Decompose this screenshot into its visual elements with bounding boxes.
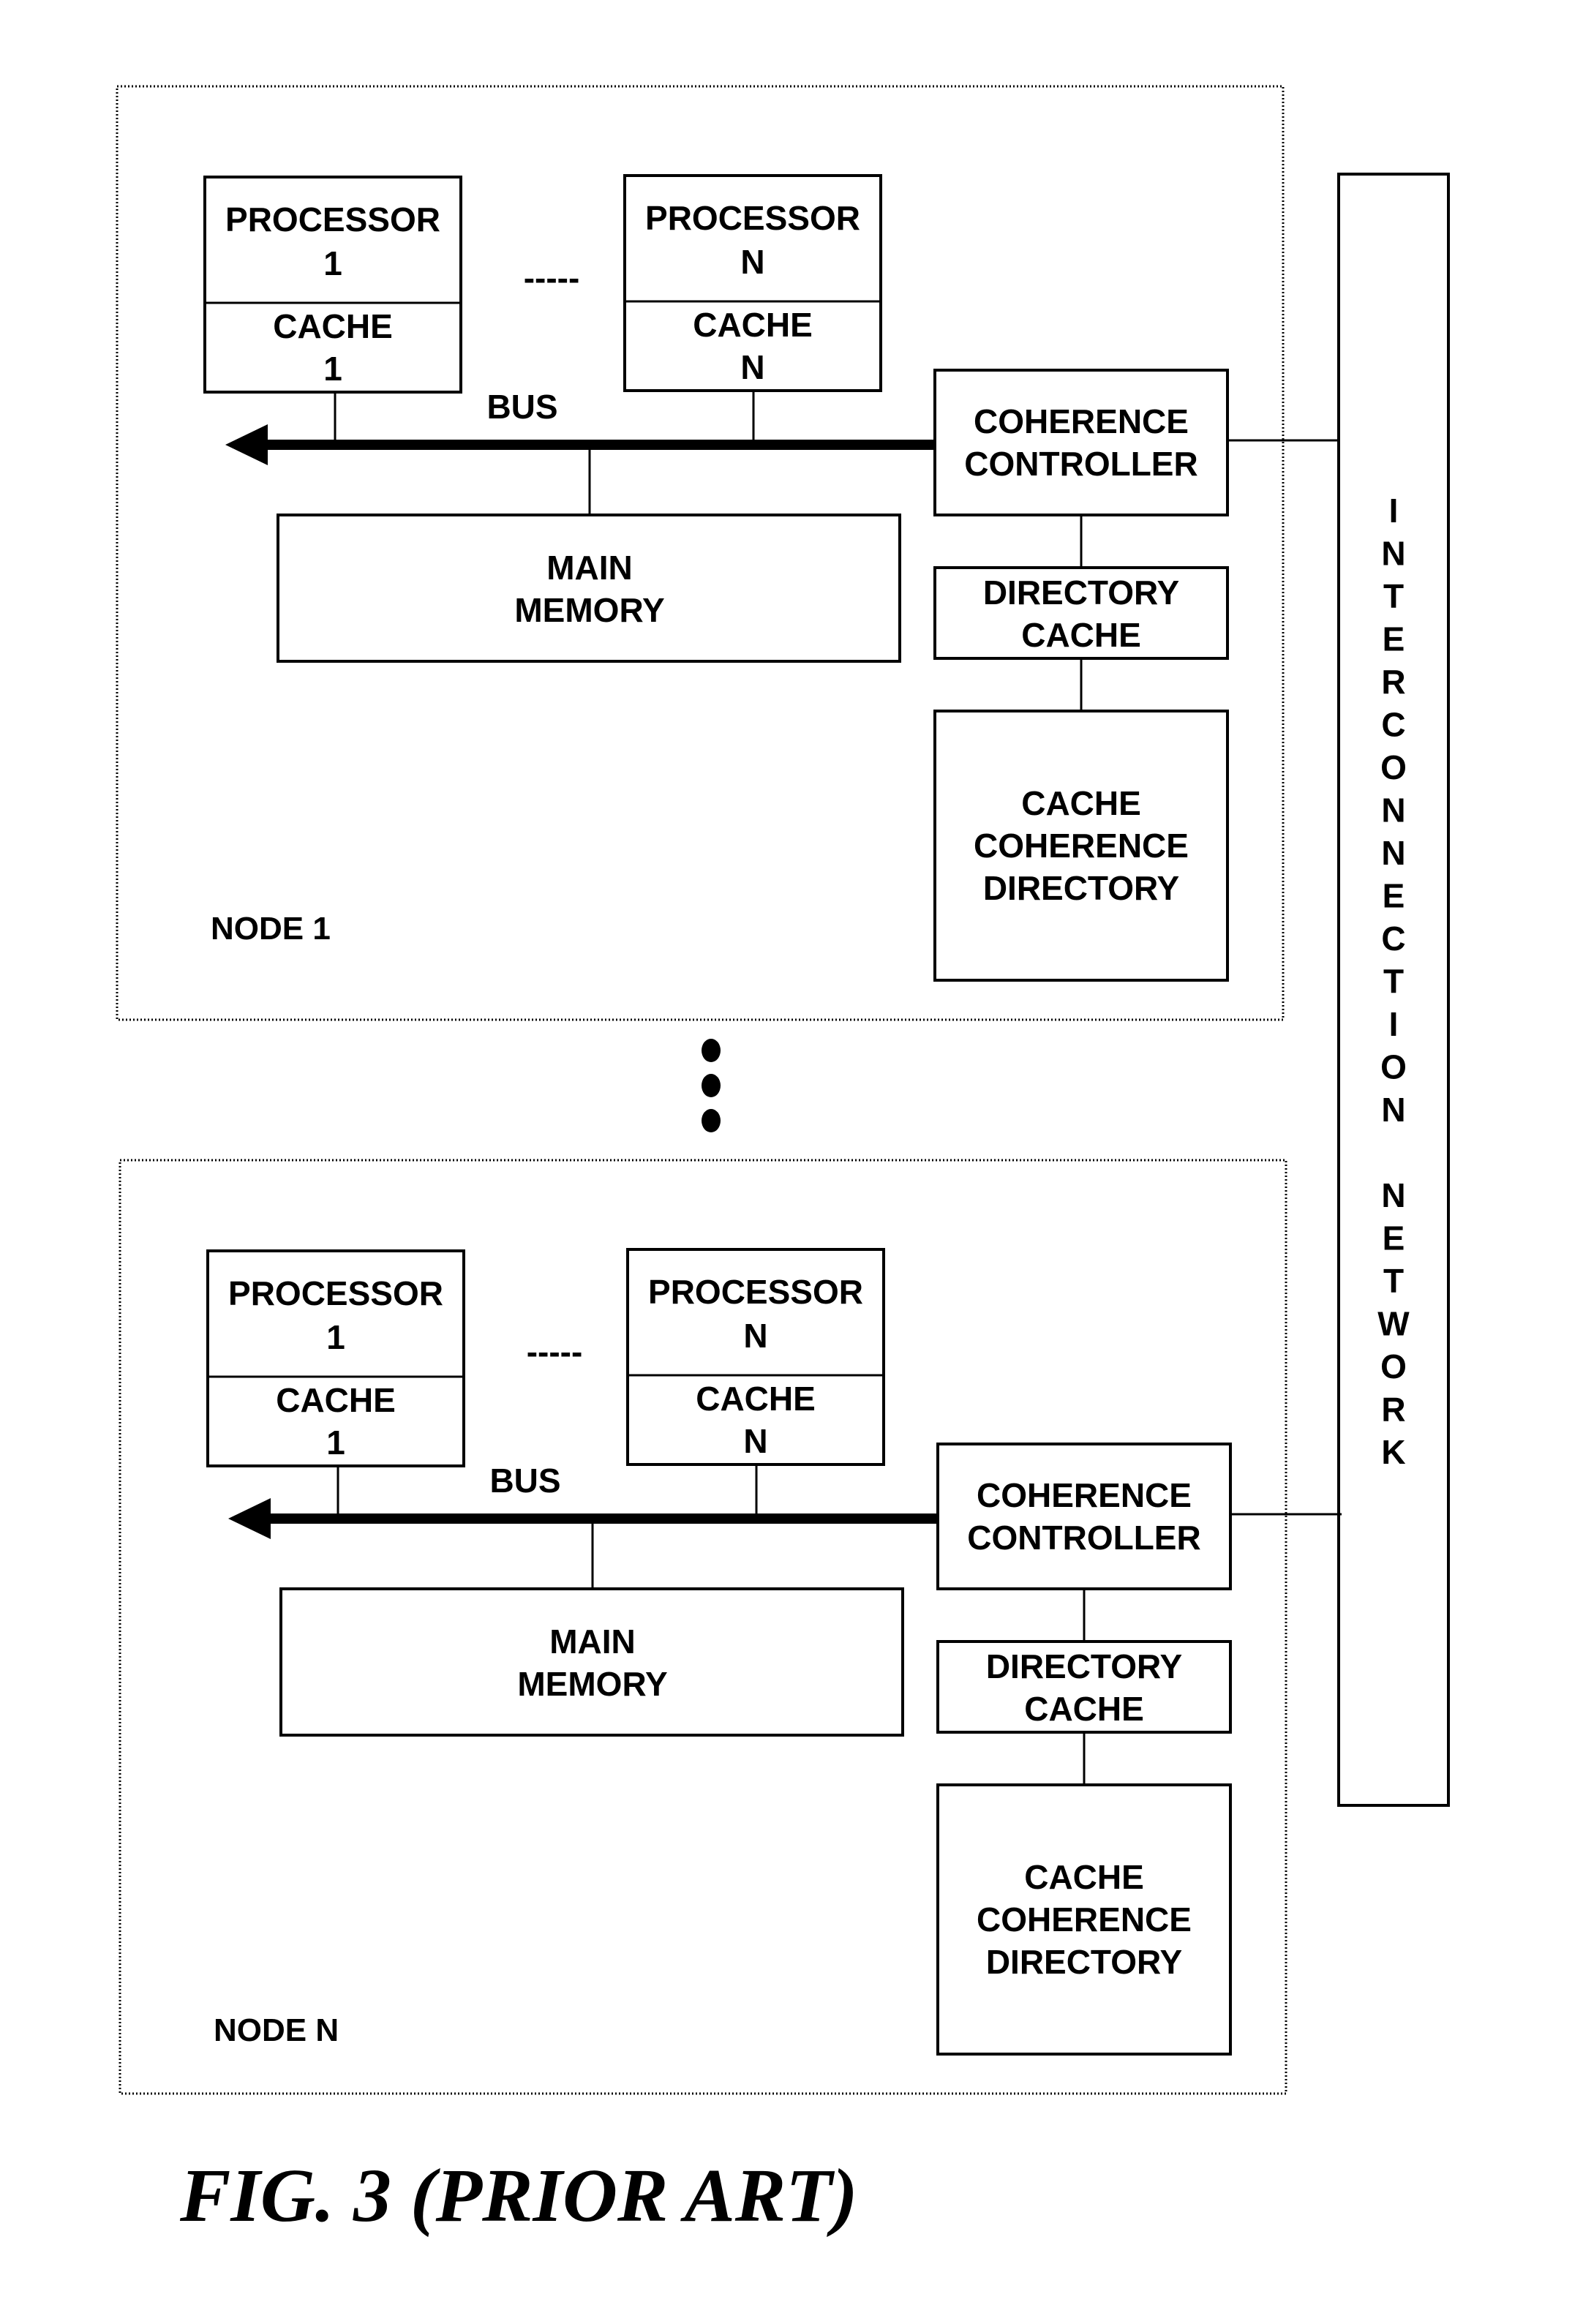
coherence-controller-label-line2: CONTROLLER bbox=[964, 445, 1197, 483]
cache-1-label: CACHE bbox=[273, 307, 393, 345]
processor-1-number: 1 bbox=[323, 244, 342, 282]
directory-cache-label-line2: CACHE bbox=[1024, 1690, 1144, 1728]
processor-n-label: PROCESSOR bbox=[645, 199, 860, 237]
ccd-label-line3: DIRECTORY bbox=[983, 869, 1179, 907]
cache-1-number: 1 bbox=[323, 350, 342, 388]
interconnect-letter: R bbox=[1381, 1391, 1405, 1429]
processor-1-unit: PROCESSOR 1 CACHE 1 bbox=[203, 176, 462, 394]
processor-n-unit: PROCESSOR N CACHE N bbox=[623, 174, 882, 392]
cache-coherence-directory: CACHE COHERENCE DIRECTORY bbox=[933, 710, 1229, 982]
bus-label: BUS bbox=[486, 388, 557, 426]
processor-1-number: 1 bbox=[326, 1318, 345, 1356]
node-n-label: NODE N bbox=[214, 2012, 339, 2048]
bus-label: BUS bbox=[489, 1462, 560, 1500]
coherence-controller-label-line1: COHERENCE bbox=[977, 1476, 1192, 1514]
interconnect-letter: O bbox=[1380, 748, 1407, 786]
processor-separator: ----- bbox=[527, 1333, 583, 1371]
main-memory-label-line2: MEMORY bbox=[517, 1665, 667, 1703]
directory-cache: DIRECTORY CACHE bbox=[936, 1640, 1232, 1734]
interconnect-letter: R bbox=[1381, 663, 1405, 701]
figure-caption: FIG. 3 (PRIOR ART) bbox=[179, 2154, 857, 2238]
node-1: PROCESSOR 1 CACHE 1 ----- PROCESSOR N CA… bbox=[116, 85, 1339, 1021]
interconnect-letter: T bbox=[1383, 963, 1404, 1001]
directory-cache: DIRECTORY CACHE bbox=[933, 566, 1229, 660]
ccd-label-line2: COHERENCE bbox=[974, 827, 1189, 865]
interconnect-letter: E bbox=[1383, 877, 1405, 915]
cache-n-label: CACHE bbox=[693, 306, 813, 344]
processor-1-unit: PROCESSOR 1 CACHE 1 bbox=[206, 1249, 465, 1467]
coherence-controller: COHERENCE CONTROLLER bbox=[933, 369, 1229, 516]
interconnect-letter: E bbox=[1383, 1219, 1405, 1257]
cache-n-label: CACHE bbox=[696, 1380, 816, 1418]
main-memory-label-line2: MEMORY bbox=[514, 591, 664, 629]
cache-1-label: CACHE bbox=[276, 1381, 396, 1419]
processor-1-label: PROCESSOR bbox=[228, 1274, 443, 1312]
main-memory-box bbox=[279, 1587, 904, 1737]
cache-n-number: N bbox=[743, 1422, 767, 1460]
coherence-controller-box bbox=[936, 1443, 1232, 1590]
interconnect-letter: N bbox=[1381, 834, 1405, 872]
coherence-controller: COHERENCE CONTROLLER bbox=[936, 1443, 1232, 1590]
coherence-controller-box bbox=[933, 369, 1229, 516]
ellipsis-dot bbox=[702, 1109, 721, 1132]
bus-arrowhead-icon bbox=[228, 1498, 271, 1539]
main-memory-label-line1: MAIN bbox=[549, 1622, 636, 1661]
processor-n-number: N bbox=[743, 1317, 767, 1355]
bus bbox=[228, 1464, 939, 1589]
processor-n-label: PROCESSOR bbox=[648, 1273, 863, 1311]
interconnect-letter: W bbox=[1377, 1305, 1410, 1343]
node-1-label: NODE 1 bbox=[211, 911, 331, 947]
directory-cache-label-line2: CACHE bbox=[1021, 616, 1141, 654]
interconnect-letter: T bbox=[1383, 577, 1404, 615]
interconnect-letter: I bbox=[1389, 1005, 1399, 1043]
interconnect-letter: N bbox=[1381, 1091, 1405, 1129]
ccd-label-line2: COHERENCE bbox=[977, 1900, 1192, 1938]
directory-cache-label-line1: DIRECTORY bbox=[983, 574, 1179, 612]
vertical-ellipsis-icon bbox=[702, 1039, 721, 1132]
interconnect-letter: T bbox=[1383, 1262, 1404, 1300]
processor-1-label: PROCESSOR bbox=[225, 200, 440, 238]
processor-separator: ----- bbox=[524, 259, 580, 297]
interconnect-letter: O bbox=[1380, 1048, 1407, 1086]
cache-coherence-directory: CACHE COHERENCE DIRECTORY bbox=[936, 1783, 1232, 2056]
interconnect-letter: C bbox=[1381, 706, 1405, 744]
interconnect-letter: O bbox=[1380, 1347, 1407, 1385]
coherence-controller-label-line2: CONTROLLER bbox=[967, 1519, 1200, 1557]
interconnection-network: INTERCONNECTIONNETWORK bbox=[1337, 173, 1450, 1807]
main-memory-box bbox=[277, 514, 901, 663]
processor-n-number: N bbox=[740, 243, 764, 281]
bus-arrowhead-icon bbox=[225, 424, 268, 465]
ccd-label-line1: CACHE bbox=[1024, 1858, 1144, 1896]
interconnect-letter: I bbox=[1389, 492, 1399, 530]
node-n: PROCESSOR 1 CACHE 1 ----- PROCESSOR N CA… bbox=[119, 1159, 1342, 2095]
main-memory: MAIN MEMORY bbox=[277, 514, 901, 663]
ellipsis-dot bbox=[702, 1039, 721, 1062]
ellipsis-dot bbox=[702, 1074, 721, 1097]
main-memory: MAIN MEMORY bbox=[279, 1587, 904, 1737]
interconnect-letter: K bbox=[1381, 1433, 1405, 1471]
figure-diagram: INTERCONNECTIONNETWORK PROCESSOR 1 CACHE… bbox=[116, 85, 1450, 2238]
main-memory-label-line1: MAIN bbox=[546, 549, 633, 587]
interconnect-letter: E bbox=[1383, 620, 1405, 658]
directory-cache-label-line1: DIRECTORY bbox=[986, 1647, 1182, 1685]
bus bbox=[225, 391, 936, 515]
ccd-label-line3: DIRECTORY bbox=[986, 1943, 1182, 1981]
interconnect-letter: N bbox=[1381, 791, 1405, 830]
cache-n-number: N bbox=[740, 348, 764, 386]
interconnect-letter: N bbox=[1381, 535, 1405, 573]
cache-1-number: 1 bbox=[326, 1424, 345, 1462]
processor-n-unit: PROCESSOR N CACHE N bbox=[626, 1248, 885, 1466]
interconnect-letter: N bbox=[1381, 1176, 1405, 1214]
ccd-label-line1: CACHE bbox=[1021, 784, 1141, 822]
interconnect-letter: C bbox=[1381, 920, 1405, 958]
coherence-controller-label-line1: COHERENCE bbox=[974, 402, 1189, 440]
